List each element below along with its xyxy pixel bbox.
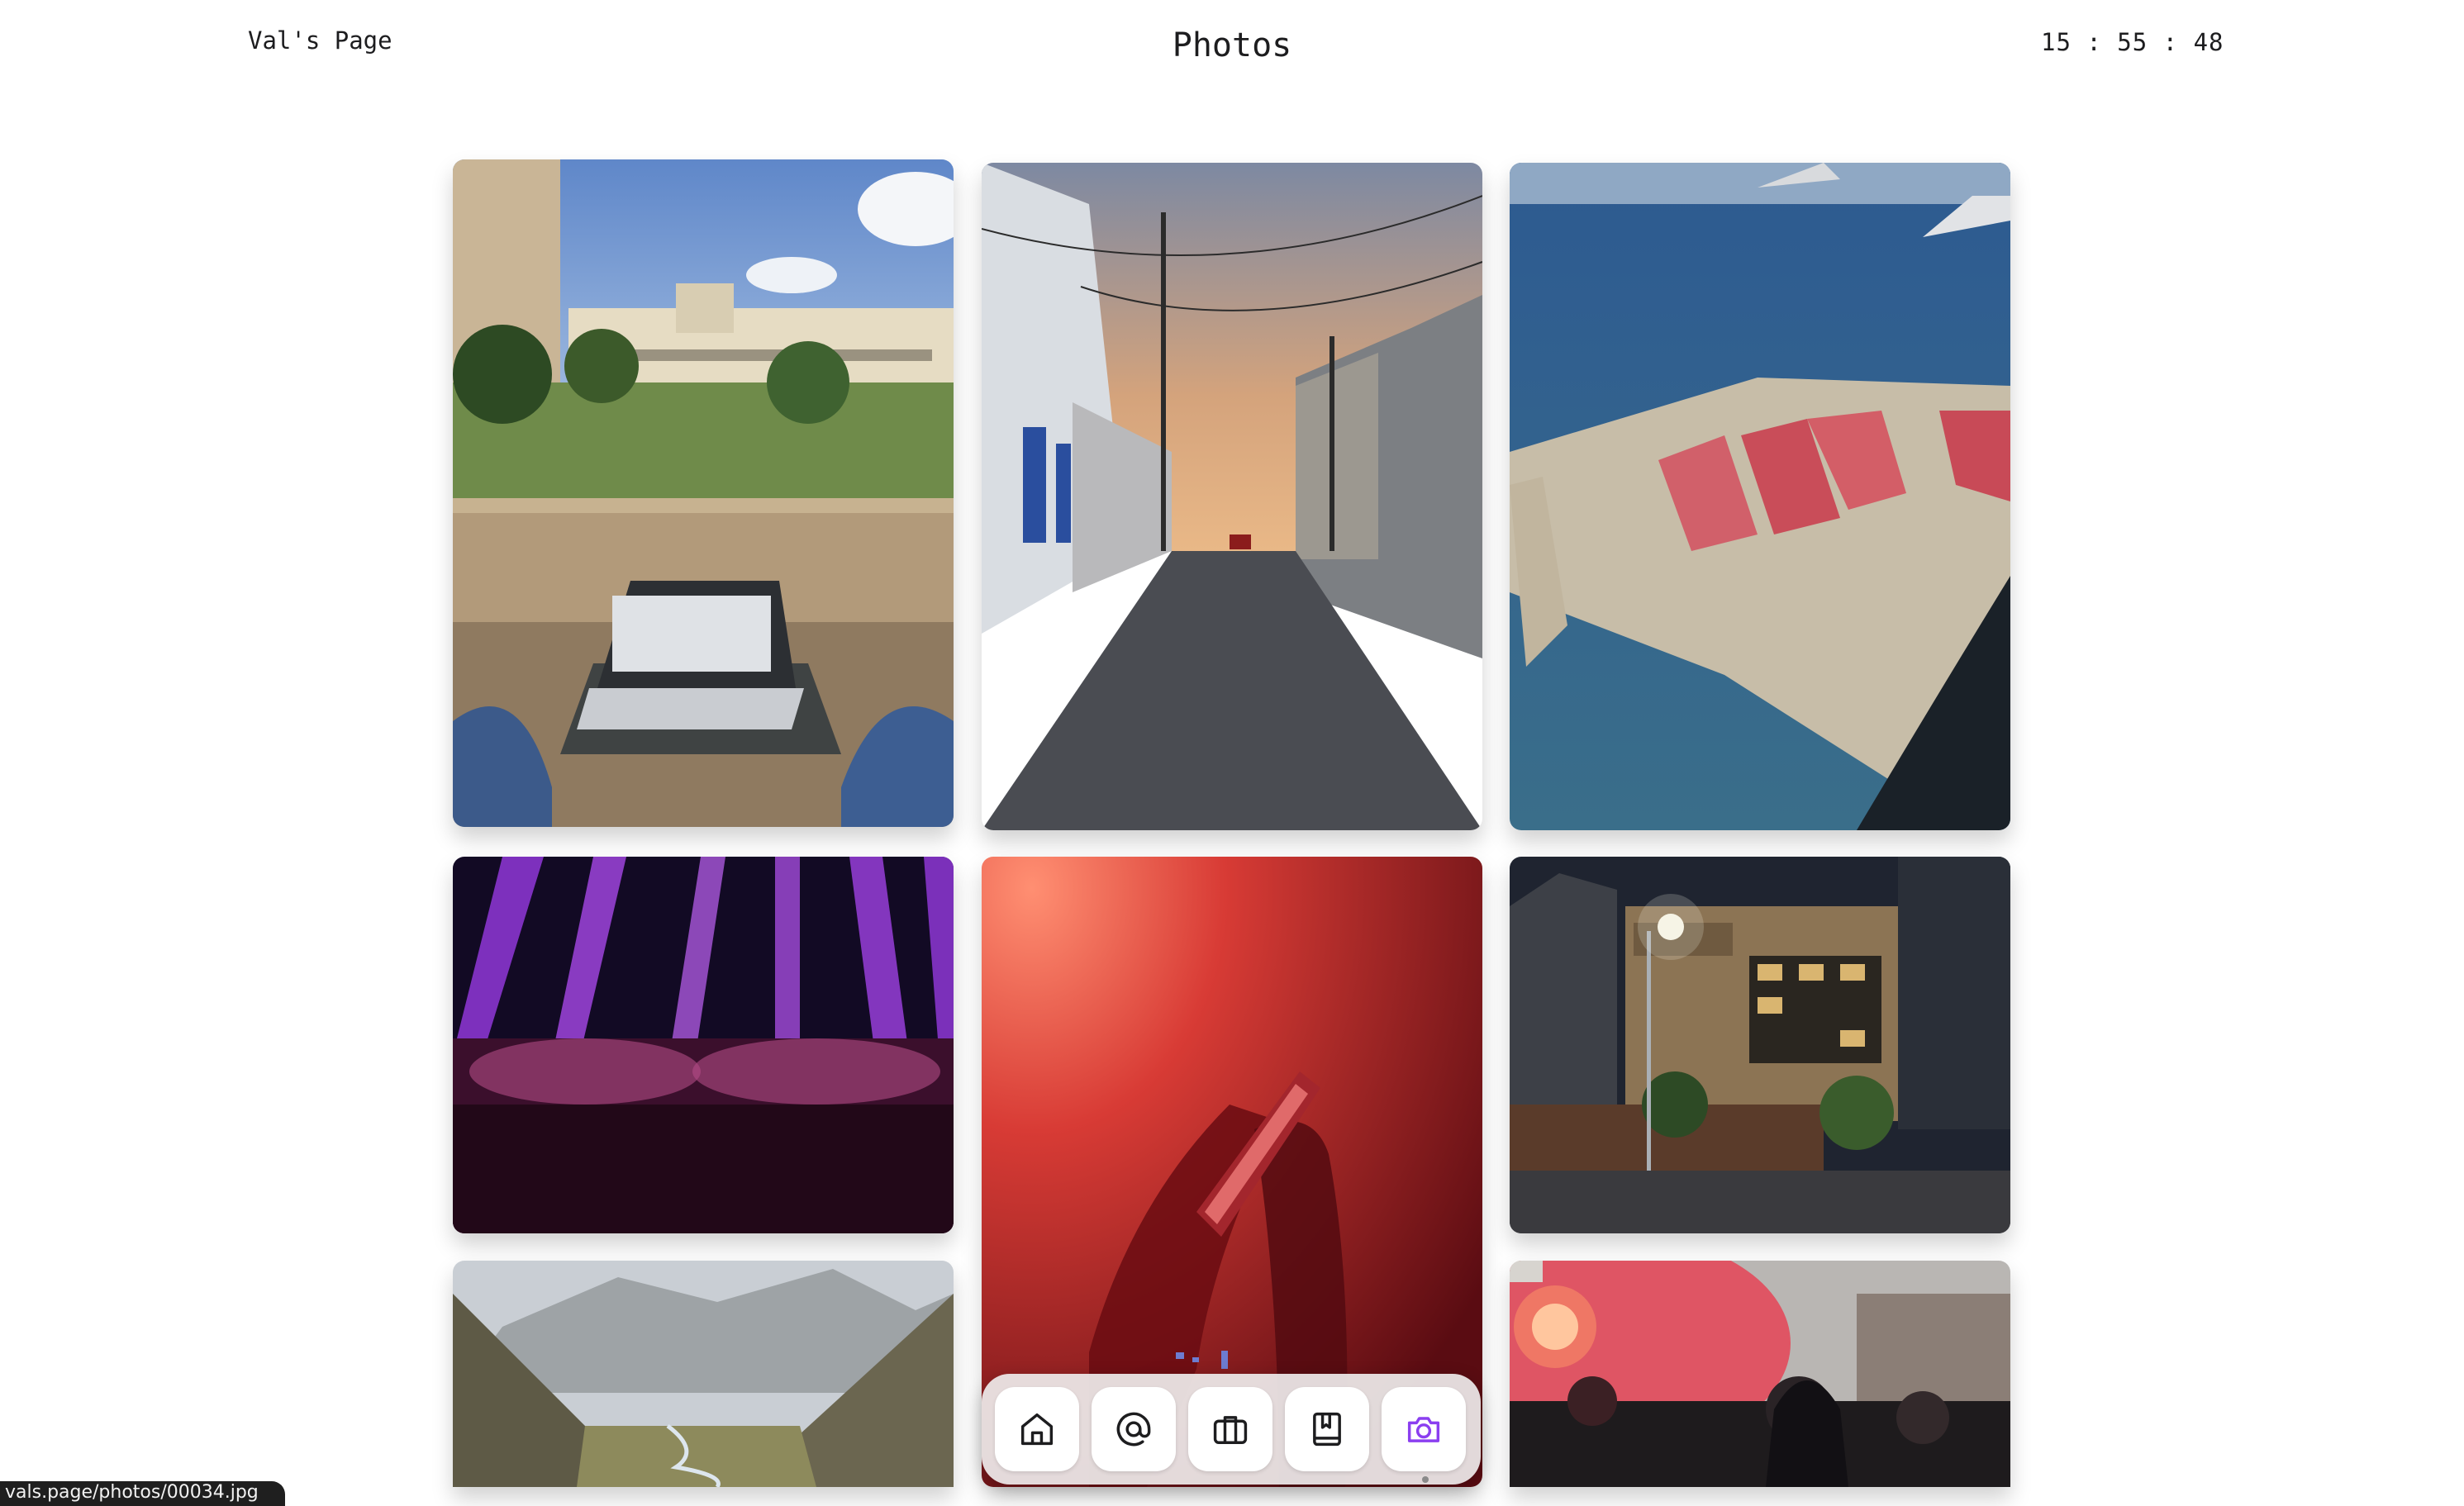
briefcase-icon [1213, 1416, 1248, 1444]
home-button[interactable] [995, 1387, 1079, 1471]
home-icon [1020, 1413, 1054, 1446]
link-preview-status: vals.page/photos/00034.jpg [0, 1481, 285, 1506]
photo-laptop-courtyard[interactable] [453, 159, 954, 827]
photo-narrow-street-sunset[interactable] [982, 163, 1482, 830]
photo-mountain-valley[interactable] [453, 1261, 954, 1487]
active-indicator-dot [1422, 1476, 1429, 1483]
photo-protest-red-flare[interactable] [1510, 1261, 2010, 1487]
work-button[interactable] [1188, 1387, 1272, 1471]
book-icon [1313, 1412, 1341, 1447]
contact-button[interactable] [1092, 1387, 1176, 1471]
at-sign-icon [1116, 1412, 1151, 1447]
photo-aerial-salt-flats[interactable] [1510, 163, 2010, 830]
reading-button[interactable] [1285, 1387, 1369, 1471]
dock-nav [982, 1374, 1481, 1485]
photo-night-building-lamp[interactable] [1510, 857, 2010, 1233]
photos-button[interactable] [1382, 1387, 1466, 1471]
photo-concert-purple-lights[interactable] [453, 857, 954, 1233]
clock: 15 : 55 : 48 [2041, 28, 2224, 56]
camera-icon [1407, 1417, 1440, 1442]
